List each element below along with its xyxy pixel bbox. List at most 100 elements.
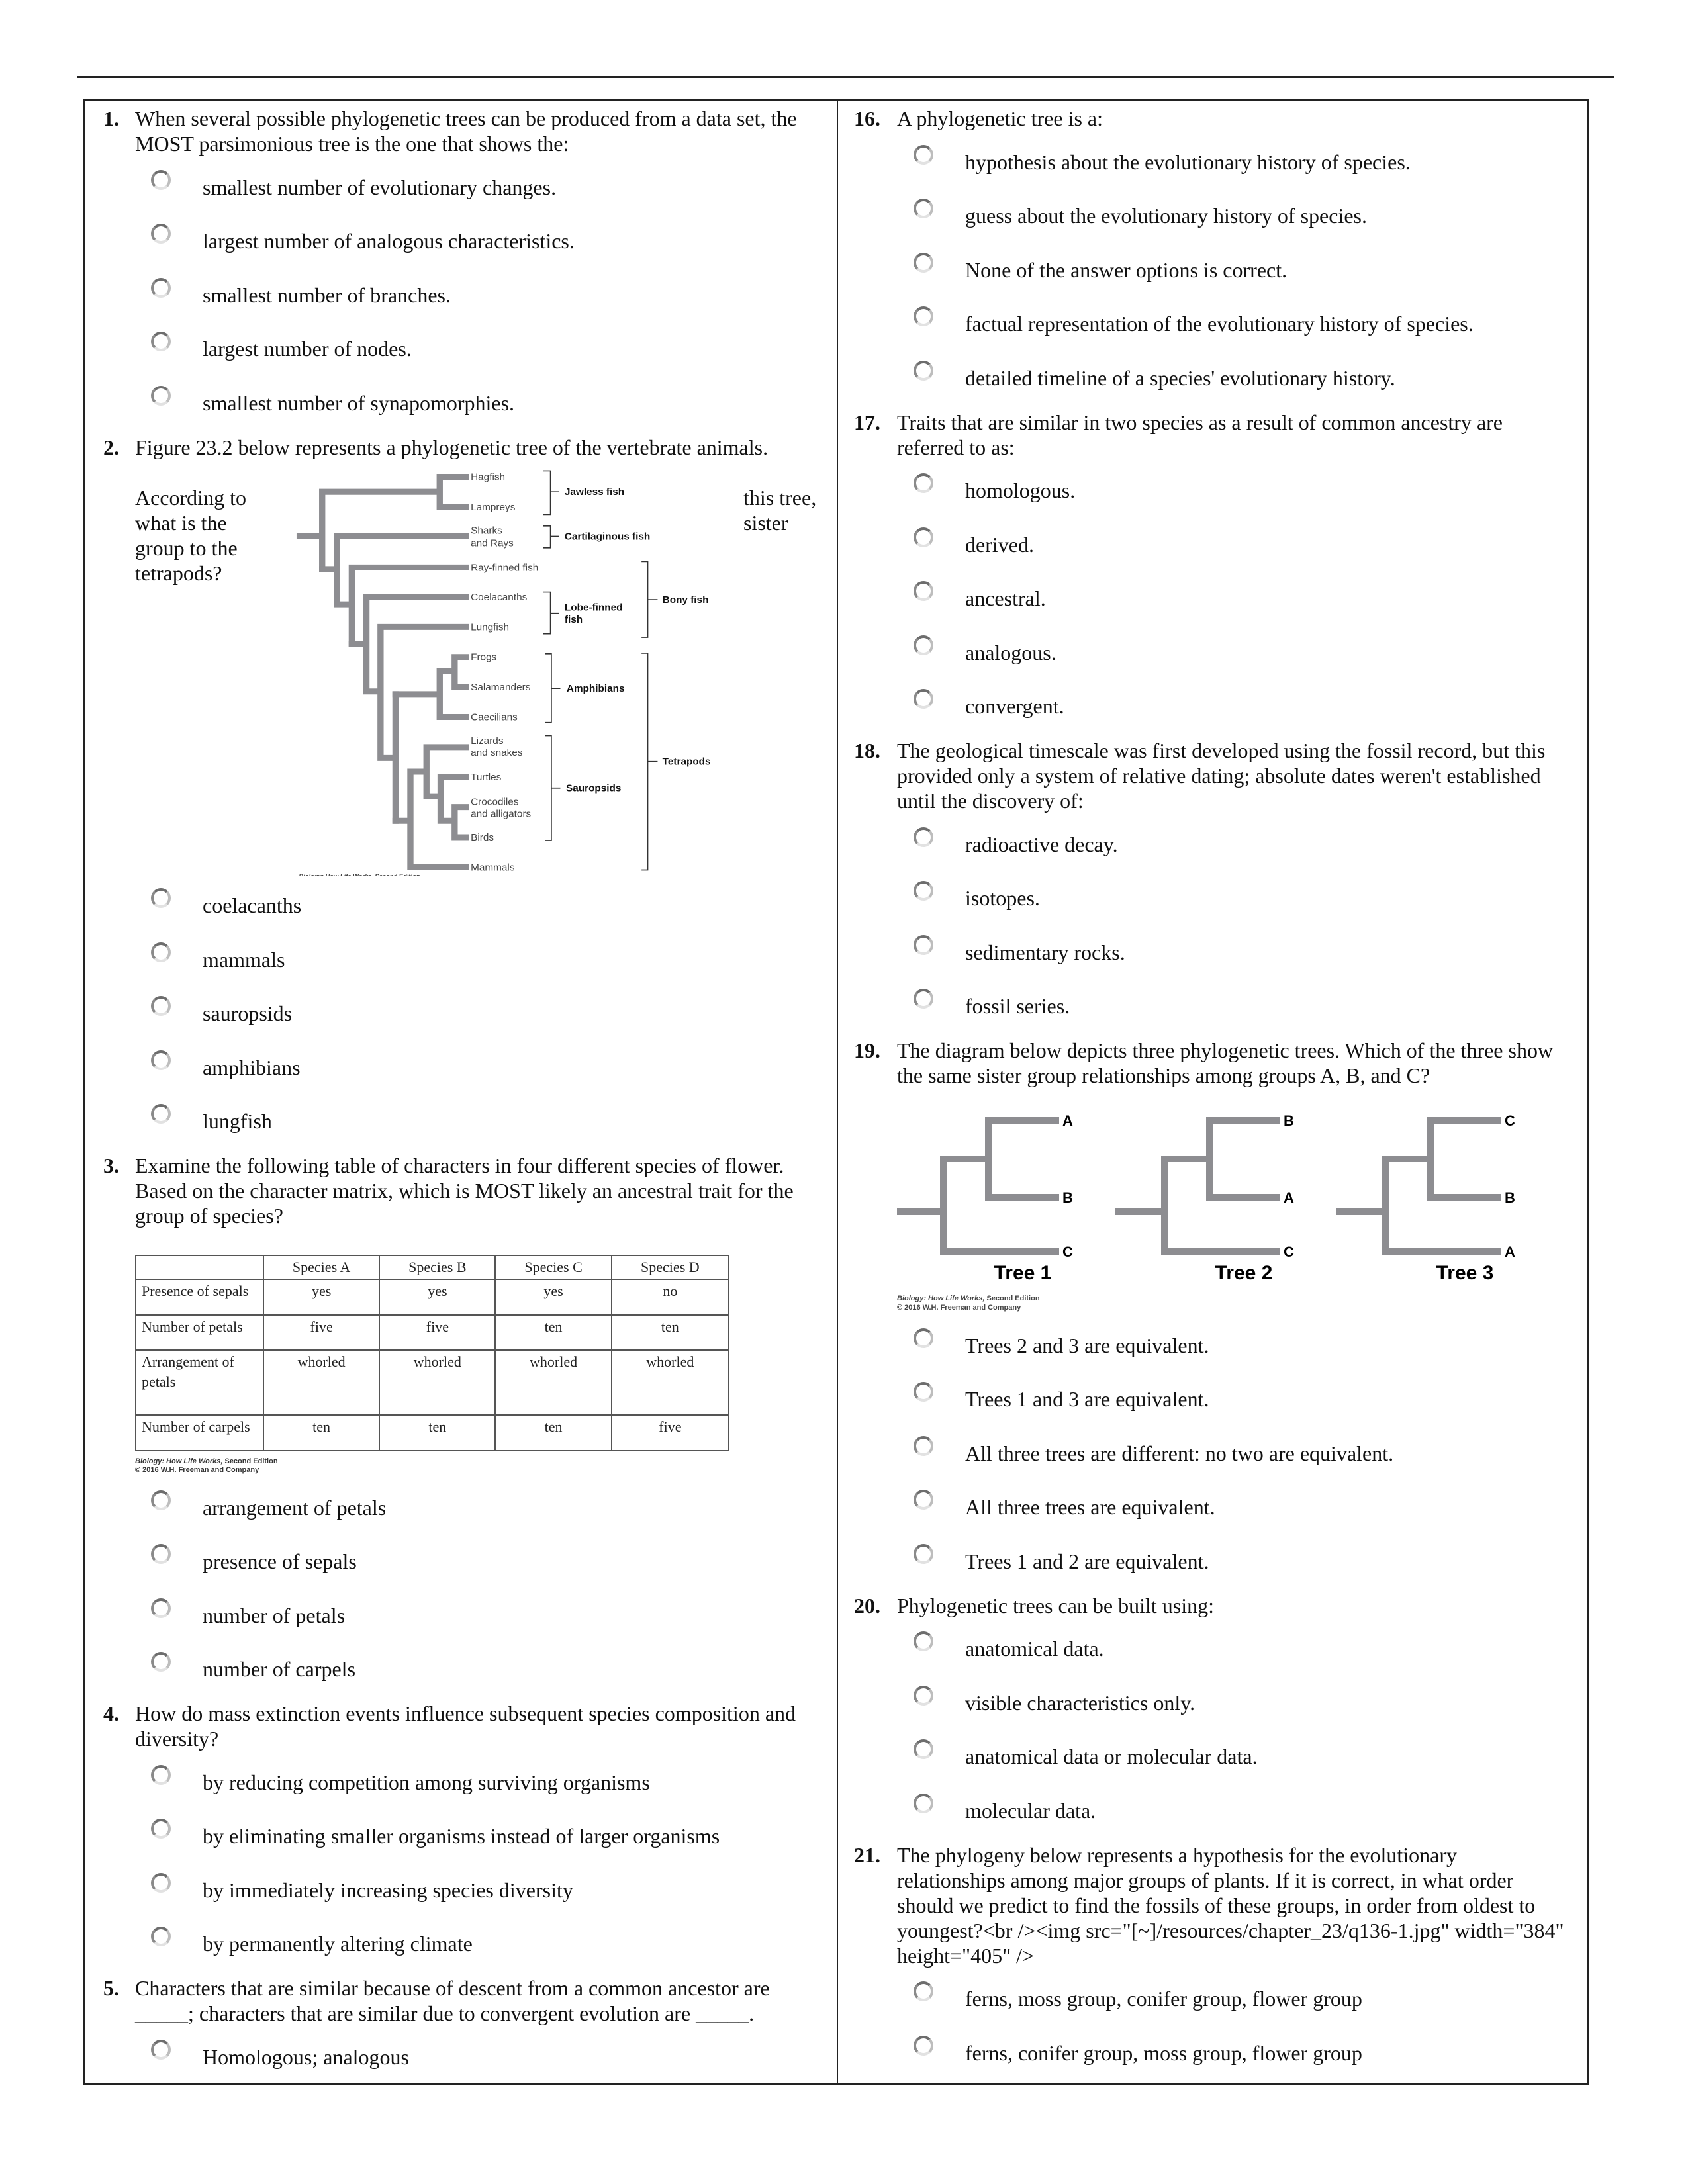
radio-button-icon[interactable] xyxy=(914,360,933,381)
option-label: None of the answer options is correct. xyxy=(965,257,1288,282)
radio-button-icon[interactable] xyxy=(914,473,933,494)
radio-button-icon[interactable] xyxy=(151,1927,171,1947)
answer-option[interactable]: derived. xyxy=(838,518,1589,572)
radio-button-icon[interactable] xyxy=(151,2039,171,2060)
answer-option[interactable]: detailed timeline of a species' evolutio… xyxy=(838,351,1589,405)
answer-option[interactable]: None of the answer options is correct. xyxy=(838,243,1589,297)
answer-option[interactable]: fossil series. xyxy=(838,979,1589,1034)
answer-option[interactable]: homologous. xyxy=(838,464,1589,518)
radio-button-icon[interactable] xyxy=(914,1543,933,1564)
radio-button-icon[interactable] xyxy=(914,527,933,547)
radio-button-icon[interactable] xyxy=(151,1544,171,1565)
answer-option[interactable]: smallest number of evolutionary changes. xyxy=(85,160,837,214)
answer-option[interactable]: smallest number of synapomorphies. xyxy=(85,376,837,430)
option-label: arrangement of petals xyxy=(203,1495,387,1520)
radio-button-icon[interactable] xyxy=(914,144,933,165)
answer-option[interactable]: by permanently altering climate xyxy=(85,1917,837,1972)
answer-option[interactable]: number of petals xyxy=(85,1588,837,1643)
radio-button-icon[interactable] xyxy=(914,881,933,901)
answer-option[interactable]: arrangement of petals xyxy=(85,1480,837,1535)
radio-button-icon[interactable] xyxy=(914,1981,933,2002)
radio-button-icon[interactable] xyxy=(914,989,933,1009)
answer-option[interactable]: sedimentary rocks. xyxy=(838,925,1589,979)
answer-option[interactable]: by immediately increasing species divers… xyxy=(85,1863,837,1917)
radio-button-icon[interactable] xyxy=(914,2035,933,2056)
radio-button-icon[interactable] xyxy=(914,306,933,327)
group-label: fish xyxy=(565,614,583,625)
radio-button-icon[interactable] xyxy=(151,996,171,1017)
radio-button-icon[interactable] xyxy=(914,635,933,655)
answer-option[interactable]: Trees 1 and 2 are equivalent. xyxy=(838,1534,1589,1588)
radio-button-icon[interactable] xyxy=(151,942,171,962)
radio-button-icon[interactable] xyxy=(914,934,933,955)
radio-button-icon[interactable] xyxy=(151,277,171,298)
answer-option[interactable]: largest number of nodes. xyxy=(85,322,837,377)
radio-button-icon[interactable] xyxy=(151,385,171,406)
answer-option[interactable]: mammals xyxy=(85,933,837,987)
answer-option[interactable]: All three trees are different: no two ar… xyxy=(838,1426,1589,1480)
answer-option[interactable]: Trees 1 and 3 are equivalent. xyxy=(838,1373,1589,1427)
answer-option[interactable]: sauropsids xyxy=(85,987,837,1041)
answer-option[interactable]: coelacanths xyxy=(85,879,837,933)
radio-button-icon[interactable] xyxy=(914,1793,933,1813)
radio-button-icon[interactable] xyxy=(151,1652,171,1672)
answer-option[interactable]: presence of sepals xyxy=(85,1535,837,1589)
radio-button-icon[interactable] xyxy=(914,689,933,709)
answer-option[interactable]: ferns, conifer group, moss group, flower… xyxy=(838,2026,1589,2080)
radio-button-icon[interactable] xyxy=(914,827,933,847)
answer-option[interactable]: analogous. xyxy=(838,625,1589,680)
answer-option[interactable]: largest number of analogous characterist… xyxy=(85,214,837,269)
radio-button-icon[interactable] xyxy=(151,888,171,909)
radio-button-icon[interactable] xyxy=(914,1328,933,1348)
radio-button-icon[interactable] xyxy=(914,581,933,602)
question-text: Phylogenetic trees can be built using: xyxy=(897,1593,1214,1617)
radio-button-icon[interactable] xyxy=(151,1764,171,1785)
answer-option[interactable]: hypothesis about the evolutionary histor… xyxy=(838,135,1589,189)
answer-option[interactable]: radioactive decay. xyxy=(838,817,1589,872)
radio-button-icon[interactable] xyxy=(151,1872,171,1893)
question-side-text-left: According to what is the group to the te… xyxy=(135,485,246,585)
radio-button-icon[interactable] xyxy=(151,224,171,244)
answer-option[interactable]: ancestral. xyxy=(838,572,1589,626)
answer-option[interactable]: anatomical data or molecular data. xyxy=(838,1730,1589,1784)
radio-button-icon[interactable] xyxy=(151,332,171,352)
radio-button-icon[interactable] xyxy=(914,1739,933,1760)
taxon-label: Turtles xyxy=(471,772,501,783)
answer-option[interactable]: factual representation of the evolutiona… xyxy=(838,297,1589,351)
tree-2: B A C Tree 2 xyxy=(1115,1113,1294,1284)
radio-button-icon[interactable] xyxy=(151,1104,171,1124)
answer-option[interactable]: molecular data. xyxy=(838,1784,1589,1838)
table-cell: yes xyxy=(262,1279,381,1316)
radio-button-icon[interactable] xyxy=(914,1685,933,1706)
answer-option[interactable]: isotopes. xyxy=(838,872,1589,926)
bracket xyxy=(545,735,561,841)
answer-option[interactable]: anatomical data. xyxy=(838,1622,1589,1676)
radio-button-icon[interactable] xyxy=(151,1050,171,1070)
radio-button-icon[interactable] xyxy=(151,169,171,190)
tree-1: A B C Tree 1 xyxy=(897,1113,1073,1284)
answer-option[interactable]: ferns, moss group, conifer group, flower… xyxy=(838,1972,1589,2026)
radio-button-icon[interactable] xyxy=(151,1819,171,1839)
answer-option[interactable]: visible characteristics only. xyxy=(838,1676,1589,1730)
answer-option[interactable]: by reducing competition among surviving … xyxy=(85,1755,837,1809)
radio-button-icon[interactable] xyxy=(151,1490,171,1510)
answer-option[interactable]: Homologous; analogous xyxy=(85,2030,837,2084)
answer-option[interactable]: by eliminating smaller organisms instead… xyxy=(85,1809,837,1864)
answer-option[interactable]: smallest number of branches. xyxy=(85,268,837,322)
radio-button-icon[interactable] xyxy=(914,252,933,273)
answer-option[interactable]: number of carpels xyxy=(85,1643,837,1697)
radio-button-icon[interactable] xyxy=(914,1435,933,1456)
radio-button-icon[interactable] xyxy=(914,1382,933,1402)
answer-option[interactable]: All three trees are equivalent. xyxy=(838,1480,1589,1535)
answer-option[interactable]: convergent. xyxy=(838,680,1589,734)
radio-button-icon[interactable] xyxy=(151,1598,171,1618)
radio-button-icon[interactable] xyxy=(914,199,933,219)
answer-option[interactable]: Trees 2 and 3 are equivalent. xyxy=(838,1318,1589,1373)
option-label: sauropsids xyxy=(203,1001,293,1026)
answer-option[interactable]: amphibians xyxy=(85,1040,837,1095)
radio-button-icon[interactable] xyxy=(914,1631,933,1652)
table-cell: five xyxy=(262,1314,381,1351)
answer-option[interactable]: lungfish xyxy=(85,1095,837,1149)
radio-button-icon[interactable] xyxy=(914,1490,933,1510)
answer-option[interactable]: guess about the evolutionary history of … xyxy=(838,189,1589,244)
